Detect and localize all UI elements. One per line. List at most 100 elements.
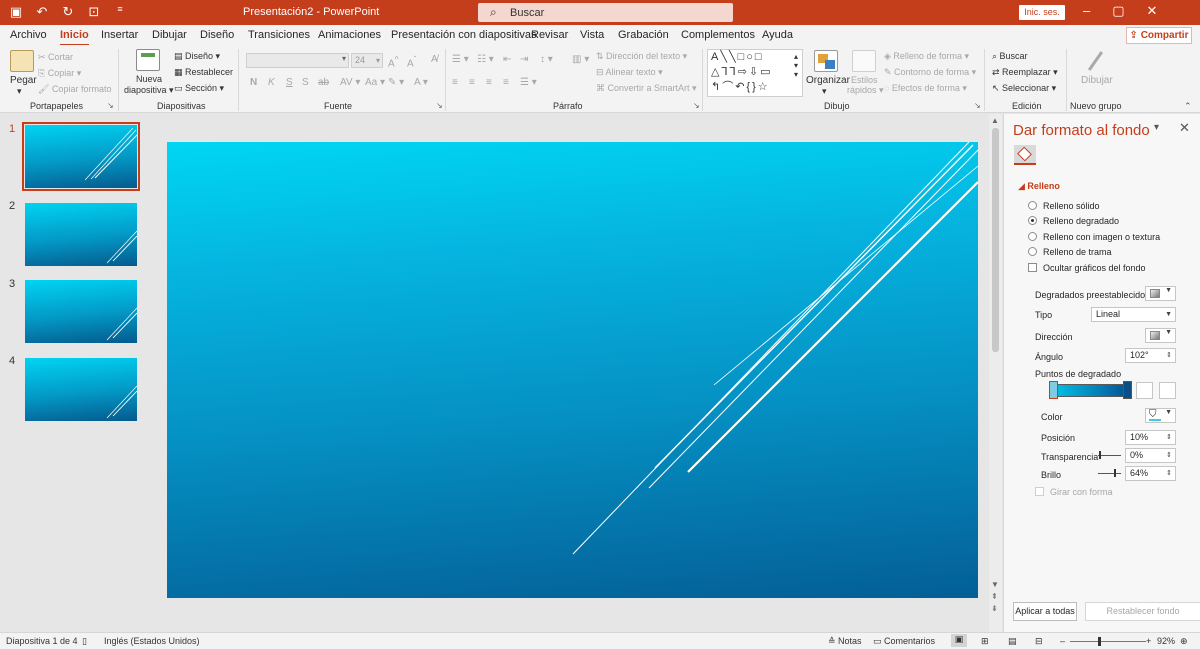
maximize-icon[interactable]: ▢	[1112, 3, 1124, 19]
slideshow-icon[interactable]: ⊟	[1035, 636, 1043, 647]
quick-styles-label-1[interactable]: Estilos	[851, 75, 878, 85]
gradient-stop-handle[interactable]	[1049, 381, 1058, 399]
highlight-icon[interactable]: ✎ ▾	[388, 77, 404, 88]
drawing-launcher-icon[interactable]: ↘	[974, 101, 981, 110]
change-case-icon[interactable]: Aa ▾	[365, 77, 385, 88]
clipboard-launcher-icon[interactable]: ↘	[107, 101, 114, 110]
transparency-slider-knob[interactable]	[1099, 451, 1101, 459]
angle-input[interactable]: 102° ⇕	[1125, 348, 1176, 363]
shrink-font-icon[interactable]: Aˇ	[407, 54, 416, 69]
pane-options-icon[interactable]: ▾	[1154, 122, 1159, 133]
hide-graphics-checkbox[interactable]: Ocultar gráficos del fondo	[1028, 263, 1146, 273]
picture-fill-option[interactable]: Relleno con imagen o textura	[1028, 232, 1160, 242]
comments-button[interactable]: ▭ Comentarios	[873, 636, 935, 647]
remove-stop-icon[interactable]	[1159, 382, 1176, 399]
zoom-slider-knob[interactable]	[1098, 637, 1101, 646]
tab-transiciones[interactable]: Transiciones	[248, 29, 310, 41]
char-spacing-icon[interactable]: AV ▾	[340, 77, 360, 88]
search-box[interactable]: ⌕ Buscar	[478, 3, 733, 22]
align-left-icon[interactable]: ≡	[452, 77, 458, 88]
section-button[interactable]: ▭ Sección ▾	[174, 83, 224, 94]
scroll-down-icon[interactable]: ▼	[991, 580, 999, 589]
draw-button[interactable]: Dibujar	[1081, 75, 1113, 86]
tab-insertar[interactable]: Insertar	[101, 29, 138, 41]
language-indicator[interactable]: Inglés (Estados Unidos)	[104, 636, 200, 646]
tab-inicio[interactable]: Inicio	[60, 29, 89, 46]
grow-font-icon[interactable]: A^	[388, 54, 399, 69]
align-right-icon[interactable]: ≡	[486, 77, 492, 88]
position-input[interactable]: 10% ⇕	[1125, 430, 1176, 445]
line-spacing-icon[interactable]: ↕ ▾	[540, 54, 553, 65]
shadow-button[interactable]: S	[302, 77, 309, 88]
gradient-stop-handle[interactable]	[1123, 381, 1132, 399]
select-button[interactable]: ↖ Seleccionar ▾	[992, 83, 1056, 94]
brightness-slider-knob[interactable]	[1114, 469, 1116, 477]
gradient-stops-bar[interactable]	[1051, 384, 1131, 397]
tab-diseno[interactable]: Diseño	[200, 29, 234, 41]
close-icon[interactable]: ✕	[1147, 3, 1158, 19]
current-slide[interactable]	[167, 142, 978, 598]
brightness-input[interactable]: 64% ⇕	[1125, 466, 1176, 481]
font-size-combo[interactable]: 24 ▾	[351, 53, 383, 68]
zoom-out-icon[interactable]: –	[1060, 636, 1065, 646]
reset-button[interactable]: ▦ Restablecer	[174, 67, 233, 78]
cut-button[interactable]: ✂ Cortar	[38, 52, 73, 63]
normal-view-icon[interactable]: ▣	[951, 634, 967, 647]
tab-grabacion[interactable]: Grabación	[618, 29, 669, 41]
new-slide-icon[interactable]	[136, 49, 160, 71]
slide-thumbnail[interactable]	[22, 122, 140, 191]
shape-fill-button[interactable]: ◈ Relleno de forma ▾	[884, 51, 969, 62]
solid-fill-option[interactable]: Relleno sólido	[1028, 201, 1100, 211]
tab-vista[interactable]: Vista	[580, 29, 604, 41]
new-slide-button[interactable]: diapositiva ▾	[124, 85, 174, 96]
shape-outline-button[interactable]: ✎ Contorno de forma ▾	[884, 67, 976, 78]
brightness-slider[interactable]	[1098, 473, 1121, 474]
tab-archivo[interactable]: Archivo	[10, 29, 47, 41]
gallery-scroll-icon[interactable]: ▴ ▾ ▾	[794, 52, 798, 79]
text-direction-button[interactable]: ⇅ Dirección del texto ▾	[596, 51, 687, 62]
tab-animaciones[interactable]: Animaciones	[318, 29, 381, 41]
fill-bucket-icon[interactable]	[1014, 145, 1036, 165]
zoom-in-icon[interactable]: +	[1146, 636, 1151, 646]
distributed-icon[interactable]: ☰ ▾	[520, 77, 537, 88]
pen-icon[interactable]	[1084, 50, 1108, 72]
quick-styles-button[interactable]: rápidos ▾	[847, 85, 884, 96]
font-name-combo[interactable]: ▾	[246, 53, 349, 68]
next-slide-icon[interactable]: ⇟	[991, 604, 998, 613]
slide-thumbnail[interactable]	[25, 203, 137, 266]
bold-button[interactable]: N	[250, 77, 257, 88]
shapes-gallery[interactable]: A╲╲□○□ △⅂⅂⇨⇩▭ ↰⌒↶{}☆	[707, 49, 803, 97]
increase-indent-icon[interactable]: ⇥	[520, 54, 528, 65]
tab-ayuda[interactable]: Ayuda	[762, 29, 793, 41]
align-text-button[interactable]: ⊟ Alinear texto ▾	[596, 67, 663, 78]
decrease-indent-icon[interactable]: ⇤	[503, 54, 511, 65]
columns-icon[interactable]: ▥ ▾	[572, 54, 589, 65]
underline-button[interactable]: S	[286, 77, 293, 88]
paste-dropdown-icon[interactable]: ▾	[17, 86, 22, 97]
redo-icon[interactable]: ↻	[60, 4, 76, 20]
bullets-icon[interactable]: ☰ ▾	[452, 54, 469, 65]
gradient-fill-option[interactable]: Relleno degradado	[1028, 216, 1119, 226]
add-stop-icon[interactable]	[1136, 382, 1153, 399]
scroll-up-icon[interactable]: ▲	[991, 116, 999, 125]
fill-section-header[interactable]: ◢ Relleno	[1018, 181, 1060, 192]
copy-button[interactable]: ⎘ Copiar ▾	[38, 68, 81, 79]
rotate-with-shape-checkbox[interactable]: Girar con forma	[1035, 487, 1113, 497]
tab-dibujar[interactable]: Dibujar	[152, 29, 187, 41]
font-launcher-icon[interactable]: ↘	[436, 101, 443, 110]
replace-button[interactable]: ⇄ Reemplazar ▾	[992, 67, 1058, 78]
reset-background-button[interactable]: Restablecer fondo	[1085, 602, 1200, 621]
customize-icon[interactable]: ≡	[112, 4, 128, 20]
slide-thumbnail[interactable]	[25, 358, 137, 421]
find-button[interactable]: ⌕ Buscar	[992, 51, 1028, 62]
apply-to-all-button[interactable]: Aplicar a todas	[1013, 602, 1077, 621]
preset-gradients-button[interactable]: ▼	[1145, 286, 1176, 301]
tab-revisar[interactable]: Revisar	[531, 29, 568, 41]
vertical-scrollbar[interactable]: ▲ ▼ ⇞ ⇟	[989, 114, 1002, 632]
minimize-icon[interactable]: –	[1083, 3, 1090, 19]
undo-icon[interactable]: ↶	[34, 4, 50, 20]
transparency-input[interactable]: 0% ⇕	[1125, 448, 1176, 463]
align-center-icon[interactable]: ≡	[469, 77, 475, 88]
tab-presentacion[interactable]: Presentación con diapositivas	[391, 29, 537, 41]
zoom-level[interactable]: 92%	[1157, 636, 1175, 646]
